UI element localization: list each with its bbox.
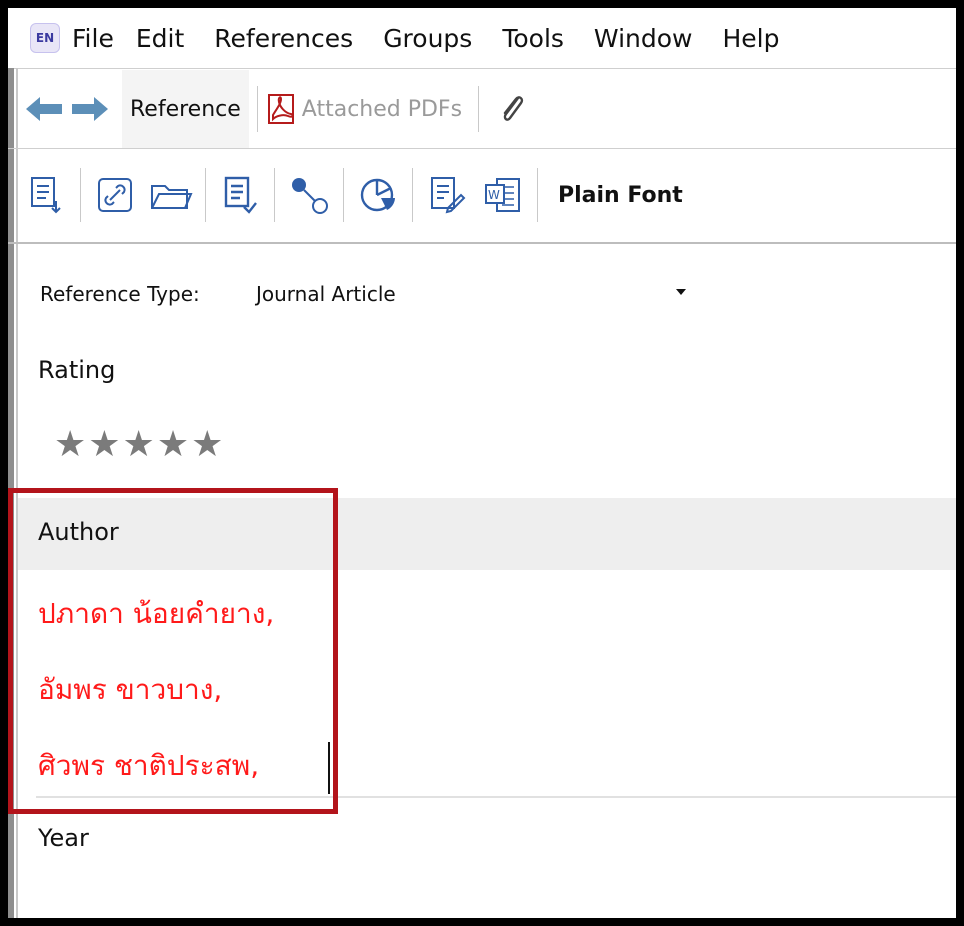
tab-attached-pdfs-label: Attached PDFs — [301, 96, 463, 122]
svg-text:W: W — [488, 188, 500, 202]
edit-document-icon[interactable] — [425, 173, 469, 217]
menu-help[interactable]: Help — [723, 24, 780, 53]
year-label: Year — [38, 824, 89, 852]
back-arrow-icon[interactable] — [24, 95, 64, 123]
word-document-icon[interactable]: W — [481, 173, 525, 217]
author-highlight-box — [8, 488, 338, 814]
rating-stars[interactable]: ★★★★★ — [54, 424, 225, 465]
insert-citation-icon[interactable] — [24, 173, 68, 217]
nav-tab-bar: Reference Attached PDFs — [18, 70, 956, 148]
tab-reference[interactable]: Reference — [122, 70, 249, 148]
menu-window[interactable]: Window — [594, 24, 693, 53]
font-selector[interactable]: Plain Font — [558, 183, 683, 208]
open-folder-icon[interactable] — [149, 173, 193, 217]
endnote-logo-icon: EN — [30, 23, 60, 53]
paperclip-icon[interactable] — [493, 95, 533, 123]
rating-label: Rating — [38, 356, 116, 384]
menu-edit[interactable]: Edit — [136, 24, 184, 53]
format-bibliography-icon[interactable] — [218, 173, 262, 217]
endnote-window: EN File Edit References Groups Tools Win… — [8, 8, 956, 918]
reference-toolbar: W Plain Font — [18, 148, 956, 242]
reference-type-label: Reference Type: — [40, 282, 200, 306]
find-full-text-icon[interactable] — [287, 173, 331, 217]
tab-attached-pdfs[interactable]: Attached PDFs — [266, 93, 470, 125]
pdf-icon — [267, 94, 294, 124]
reference-type-dropdown[interactable] — [670, 280, 692, 304]
pie-chart-icon[interactable] — [356, 173, 400, 217]
link-icon[interactable] — [93, 173, 137, 217]
forward-arrow-icon[interactable] — [70, 95, 110, 123]
menu-file[interactable]: File — [72, 24, 114, 53]
menu-divider — [8, 68, 956, 69]
menu-bar: EN File Edit References Groups Tools Win… — [8, 8, 956, 68]
menu-groups[interactable]: Groups — [383, 24, 472, 53]
menu-tools[interactable]: Tools — [502, 24, 564, 53]
reference-type-value[interactable]: Journal Article — [256, 282, 396, 306]
chevron-down-icon — [676, 289, 686, 295]
menu-references[interactable]: References — [214, 24, 353, 53]
